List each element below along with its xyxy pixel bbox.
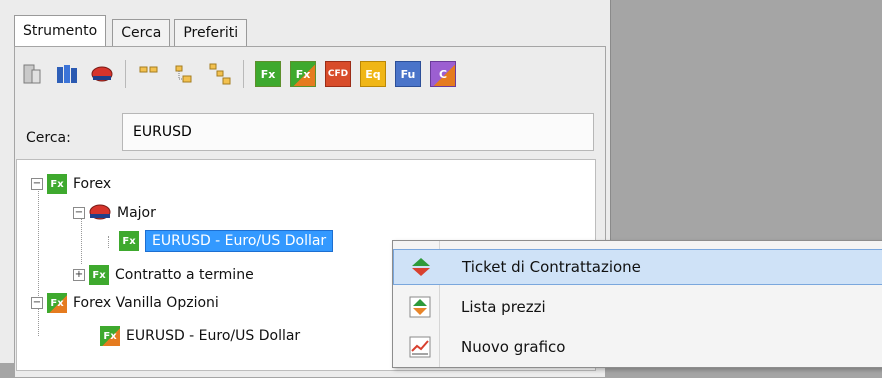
- tree-guide-line: [108, 236, 109, 248]
- tree-node-eurusd[interactable]: Fx EURUSD - Euro/US Dollar: [119, 229, 334, 253]
- red-cap-icon: [91, 66, 113, 82]
- menu-item-label: Nuovo grafico: [461, 338, 566, 356]
- menu-item-ticket-di-contrattazione[interactable]: Ticket di Contrattazione: [393, 249, 882, 285]
- chart-icon: [403, 330, 437, 364]
- instrument-toolbar: Fx Fx CFD Eq Fu C: [18, 56, 464, 92]
- menu-item-label: Lista prezzi: [461, 298, 546, 316]
- commodity-options-icon: C: [430, 61, 456, 87]
- price-list-icon: [403, 290, 437, 324]
- filter-equity-button[interactable]: Eq: [359, 60, 387, 88]
- fx-options-icon: Fx: [100, 326, 120, 346]
- filter-fx-button[interactable]: Fx: [254, 60, 282, 88]
- fx-icon: Fx: [255, 61, 281, 87]
- tree-node-contratto-a-termine[interactable]: + Fx Contratto a termine: [73, 263, 254, 287]
- fx-options-icon: Fx: [290, 61, 316, 87]
- collapse-icon[interactable]: −: [73, 207, 85, 219]
- folder-tree-icon: [175, 65, 192, 83]
- collapse-icon[interactable]: −: [31, 178, 43, 190]
- tree-node-major[interactable]: − Major: [73, 201, 156, 225]
- view-gray-button[interactable]: [18, 60, 46, 88]
- folder-view-button[interactable]: [136, 60, 164, 88]
- tree-node-forex-vanilla-opzioni[interactable]: − Fx Forex Vanilla Opzioni: [31, 291, 219, 315]
- folder-tree-icon: [139, 66, 158, 73]
- tab-cerca[interactable]: Cerca: [112, 19, 171, 46]
- tree-node-label: Contratto a termine: [115, 267, 254, 283]
- panel-tabs: Strumento Cerca Preferiti: [14, 15, 251, 46]
- menu-item-nuovo-grafico[interactable]: Nuovo grafico: [393, 329, 882, 365]
- tree-node-forex[interactable]: − Fx Forex: [31, 172, 111, 196]
- search-input[interactable]: [122, 113, 594, 151]
- folder-view-button-3[interactable]: [206, 60, 234, 88]
- filter-cfd-button[interactable]: CFD: [324, 60, 352, 88]
- cfd-icon: CFD: [325, 61, 351, 87]
- search-label: Cerca:: [26, 130, 71, 146]
- tree-node-label: Major: [117, 205, 156, 221]
- menu-item-label: Ticket di Contrattazione: [462, 258, 641, 276]
- ticket-icon: [404, 250, 438, 284]
- menu-item-lista-prezzi[interactable]: Lista prezzi: [393, 289, 882, 325]
- red-cap-icon: [89, 204, 111, 220]
- context-menu: Ticket di Contrattazione Lista prezzi Nu…: [392, 240, 882, 368]
- tree-node-label-selected: EURUSD - Euro/US Dollar: [145, 230, 334, 252]
- equity-icon: Eq: [360, 61, 386, 87]
- filter-futures-button[interactable]: Fu: [394, 60, 422, 88]
- fx-options-icon: Fx: [47, 293, 67, 313]
- folder-tree-icon: [209, 63, 231, 85]
- filter-commodity-options-button[interactable]: C: [429, 60, 457, 88]
- fx-icon: Fx: [89, 265, 109, 285]
- view-blue-button[interactable]: [53, 60, 81, 88]
- toolbar-separator: [243, 60, 244, 88]
- fx-icon: Fx: [47, 174, 67, 194]
- view-red-button[interactable]: [88, 60, 116, 88]
- tab-preferiti[interactable]: Preferiti: [174, 19, 248, 46]
- tree-node-label: Forex: [73, 176, 112, 192]
- filter-fx-options-button[interactable]: Fx: [289, 60, 317, 88]
- collapse-icon[interactable]: −: [31, 297, 43, 309]
- tree-node-eurusd-options[interactable]: Fx EURUSD - Euro/US Dollar: [100, 324, 300, 348]
- tab-strumento[interactable]: Strumento: [14, 15, 107, 46]
- toolbar-separator: [125, 60, 126, 88]
- tree-node-label: Forex Vanilla Opzioni: [73, 295, 219, 311]
- folder-view-button-2[interactable]: [171, 60, 199, 88]
- tree-node-label: EURUSD - Euro/US Dollar: [126, 328, 301, 344]
- futures-icon: Fu: [395, 61, 421, 87]
- blue-books-icon: [57, 65, 77, 83]
- fx-icon: Fx: [119, 231, 139, 251]
- expand-icon[interactable]: +: [73, 269, 85, 281]
- gray-cube-icon: [23, 64, 41, 84]
